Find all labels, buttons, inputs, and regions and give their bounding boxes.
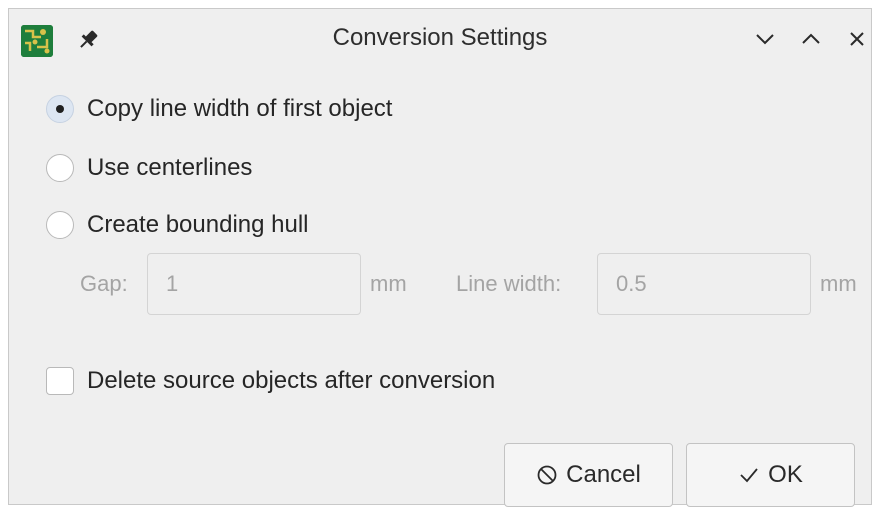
cancel-label: Cancel bbox=[566, 461, 641, 488]
cancel-button[interactable]: Cancel bbox=[504, 443, 673, 507]
bounding-hull-option[interactable]: Create bounding hull bbox=[46, 207, 309, 243]
delete-source-option[interactable]: Delete source objects after conversion bbox=[46, 363, 495, 399]
ok-label: OK bbox=[768, 461, 803, 488]
use-centerlines-option[interactable]: Use centerlines bbox=[46, 150, 252, 186]
minimize-icon[interactable] bbox=[751, 25, 779, 53]
window-title: Conversion Settings bbox=[332, 24, 548, 51]
close-icon[interactable] bbox=[843, 25, 871, 53]
ok-button[interactable]: OK bbox=[686, 443, 855, 507]
copy-line-width-radio[interactable] bbox=[46, 95, 74, 123]
pcb-icon bbox=[21, 25, 53, 57]
conversion-settings-dialog: Conversion Settings Copy line width of f… bbox=[8, 8, 872, 507]
gap-label: Gap: bbox=[80, 271, 128, 296]
line-width-unit: mm bbox=[820, 271, 857, 296]
checkmark-icon bbox=[740, 468, 758, 483]
cancel-icon bbox=[537, 465, 557, 485]
line-width-label: Line width: bbox=[456, 271, 562, 296]
bounding-hull-radio[interactable] bbox=[46, 211, 74, 239]
use-centerlines-label: Use centerlines bbox=[87, 154, 253, 181]
pin-icon[interactable] bbox=[75, 27, 101, 53]
title-bar[interactable]: Conversion Settings bbox=[9, 9, 871, 67]
gap-input[interactable] bbox=[147, 253, 361, 315]
maximize-icon[interactable] bbox=[797, 25, 825, 53]
delete-source-checkbox[interactable] bbox=[46, 367, 74, 395]
copy-line-width-label: Copy line width of first object bbox=[87, 95, 393, 122]
line-width-input[interactable] bbox=[597, 253, 811, 315]
copy-line-width-option[interactable]: Copy line width of first object bbox=[46, 91, 392, 127]
delete-source-label: Delete source objects after conversion bbox=[87, 367, 496, 394]
use-centerlines-radio[interactable] bbox=[46, 154, 74, 182]
bounding-hull-label: Create bounding hull bbox=[87, 211, 309, 238]
gap-unit: mm bbox=[370, 271, 407, 296]
